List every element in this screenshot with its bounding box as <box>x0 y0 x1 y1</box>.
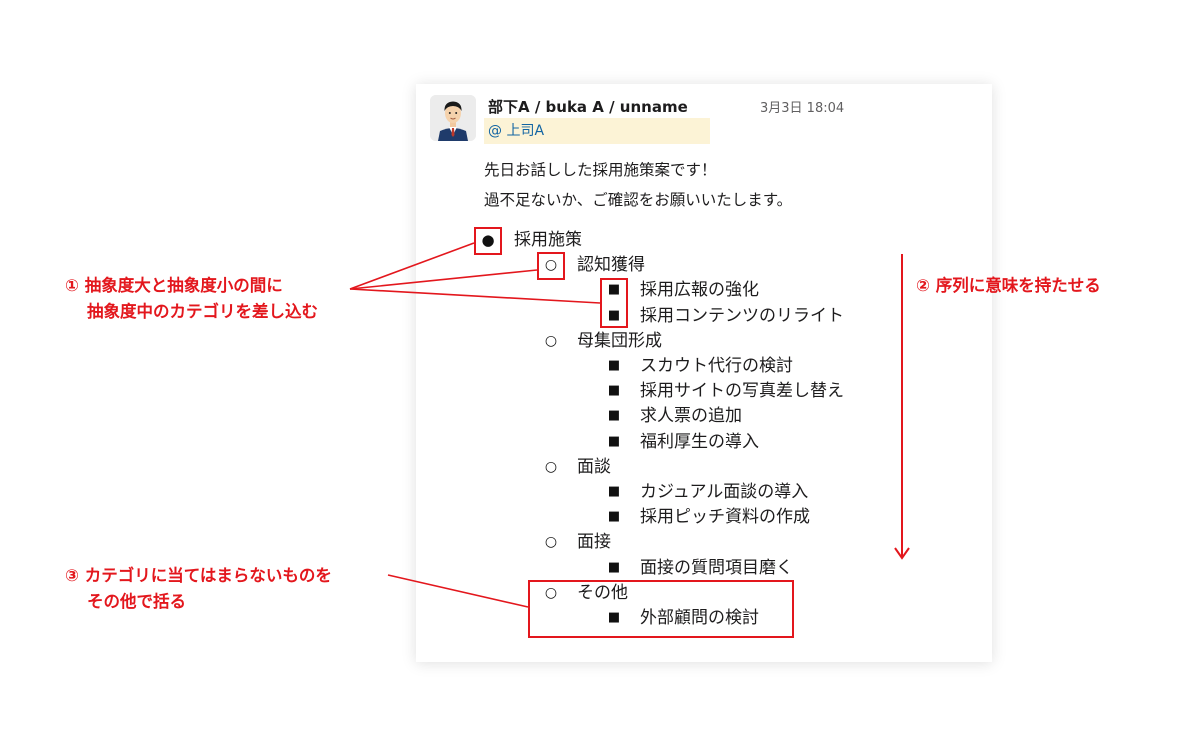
annotation-note-1-line1: ① 抽象度大と抽象度小の間に <box>65 276 283 295</box>
annotation-note-3: ③ カテゴリに当てはまらないものを その他で括る <box>65 563 332 615</box>
annotation-note-3-line2: その他で括る <box>87 592 186 611</box>
annotation-note-1: ① 抽象度大と抽象度小の間に 抽象度中のカテゴリを差し込む <box>65 273 318 325</box>
connector-line <box>387 574 529 608</box>
connector-line <box>349 269 538 290</box>
annotation-note-1-line2: 抽象度中のカテゴリを差し込む <box>87 302 318 321</box>
annotation-note-2: ② 序列に意味を持たせる <box>916 273 1101 299</box>
annotation-note-2-line1: ② 序列に意味を持たせる <box>916 276 1101 295</box>
annotation-lines <box>349 242 910 608</box>
connector-line <box>349 288 601 304</box>
annotation-note-3-line1: ③ カテゴリに当てはまらないものを <box>65 566 332 585</box>
